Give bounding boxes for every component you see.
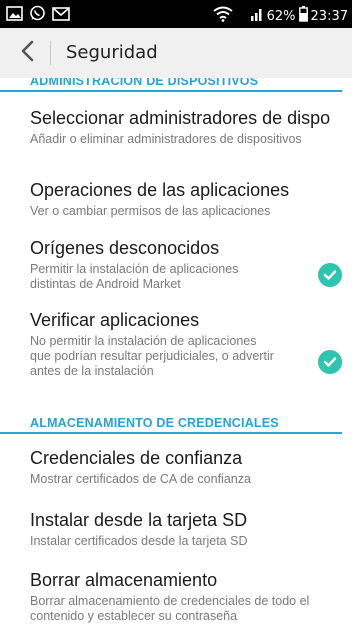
- action-bar: Seguridad: [0, 28, 352, 78]
- status-bar: 62% 23:37: [0, 0, 352, 28]
- item-title: Credenciales de confianza: [30, 448, 243, 468]
- list-item-app-operations[interactable]: Operaciones de las aplicaciones Ver o ca…: [30, 180, 342, 219]
- signal-icon: [250, 7, 264, 25]
- mail-icon: [52, 6, 70, 25]
- item-title: Orígenes desconocidos: [30, 238, 220, 258]
- item-summary: Instalar certificados desde la tarjeta S…: [30, 534, 248, 548]
- page-title: Seguridad: [66, 42, 158, 63]
- section-header-label: ALMACENAMIENTO DE CREDENCIALES: [30, 416, 279, 430]
- item-title: Operaciones de las aplicaciones: [30, 180, 290, 200]
- status-time: 23:37: [310, 8, 348, 24]
- settings-list[interactable]: ADMINISTRACIÓN DE DISPOSITIVOS Seleccion…: [0, 78, 352, 628]
- section-header-label: ADMINISTRACIÓN DE DISPOSITIVOS: [30, 78, 259, 88]
- section-header-admin: ADMINISTRACIÓN DE DISPOSITIVOS: [0, 78, 342, 92]
- item-title: Seleccionar administradores de dispo: [30, 108, 331, 128]
- list-item-unknown-sources[interactable]: Orígenes desconocidos Permitir la instal…: [30, 238, 342, 292]
- section-header-credentials: ALMACENAMIENTO DE CREDENCIALES: [0, 412, 342, 434]
- list-item-trusted-credentials[interactable]: Credenciales de confianza Mostrar certif…: [30, 448, 342, 487]
- screenshot-icon: [6, 6, 23, 25]
- item-summary: Mostrar certificados de CA de confianza: [30, 472, 251, 486]
- item-summary: Borrar almacenamiento de credenciales de…: [30, 594, 310, 623]
- item-summary: No permitir la instalación de aplicacion…: [30, 334, 274, 378]
- unknown-sources-checkbox[interactable]: [318, 263, 342, 287]
- verify-apps-checkbox[interactable]: [318, 350, 342, 374]
- item-summary: Permitir la instalación de aplicaciones …: [30, 262, 239, 291]
- item-title: Verificar aplicaciones: [30, 310, 200, 330]
- item-title: Instalar desde la tarjeta SD: [30, 510, 248, 530]
- chevron-left-icon: [20, 40, 34, 66]
- battery-percent: 62%: [266, 8, 296, 24]
- list-item-verify-apps[interactable]: Verificar aplicaciones No permitir la in…: [30, 310, 342, 379]
- back-button[interactable]: [14, 40, 40, 66]
- item-summary: Ver o cambiar permisos de las aplicacion…: [30, 204, 271, 218]
- battery-icon: [298, 6, 308, 26]
- action-bar-divider: [50, 41, 51, 65]
- checkmark-icon: [323, 266, 337, 285]
- item-title: Borrar almacenamiento: [30, 570, 218, 590]
- wifi-icon: [213, 6, 233, 26]
- list-item-device-admins[interactable]: Seleccionar administradores de dispo Aña…: [30, 108, 342, 147]
- item-summary: Añadir o eliminar administradores de dis…: [30, 132, 302, 146]
- list-item-install-from-sd[interactable]: Instalar desde la tarjeta SD Instalar ce…: [30, 510, 342, 549]
- checkmark-icon: [323, 353, 337, 372]
- list-item-clear-credentials[interactable]: Borrar almacenamiento Borrar almacenamie…: [30, 570, 342, 624]
- whatsapp-icon: [29, 5, 46, 26]
